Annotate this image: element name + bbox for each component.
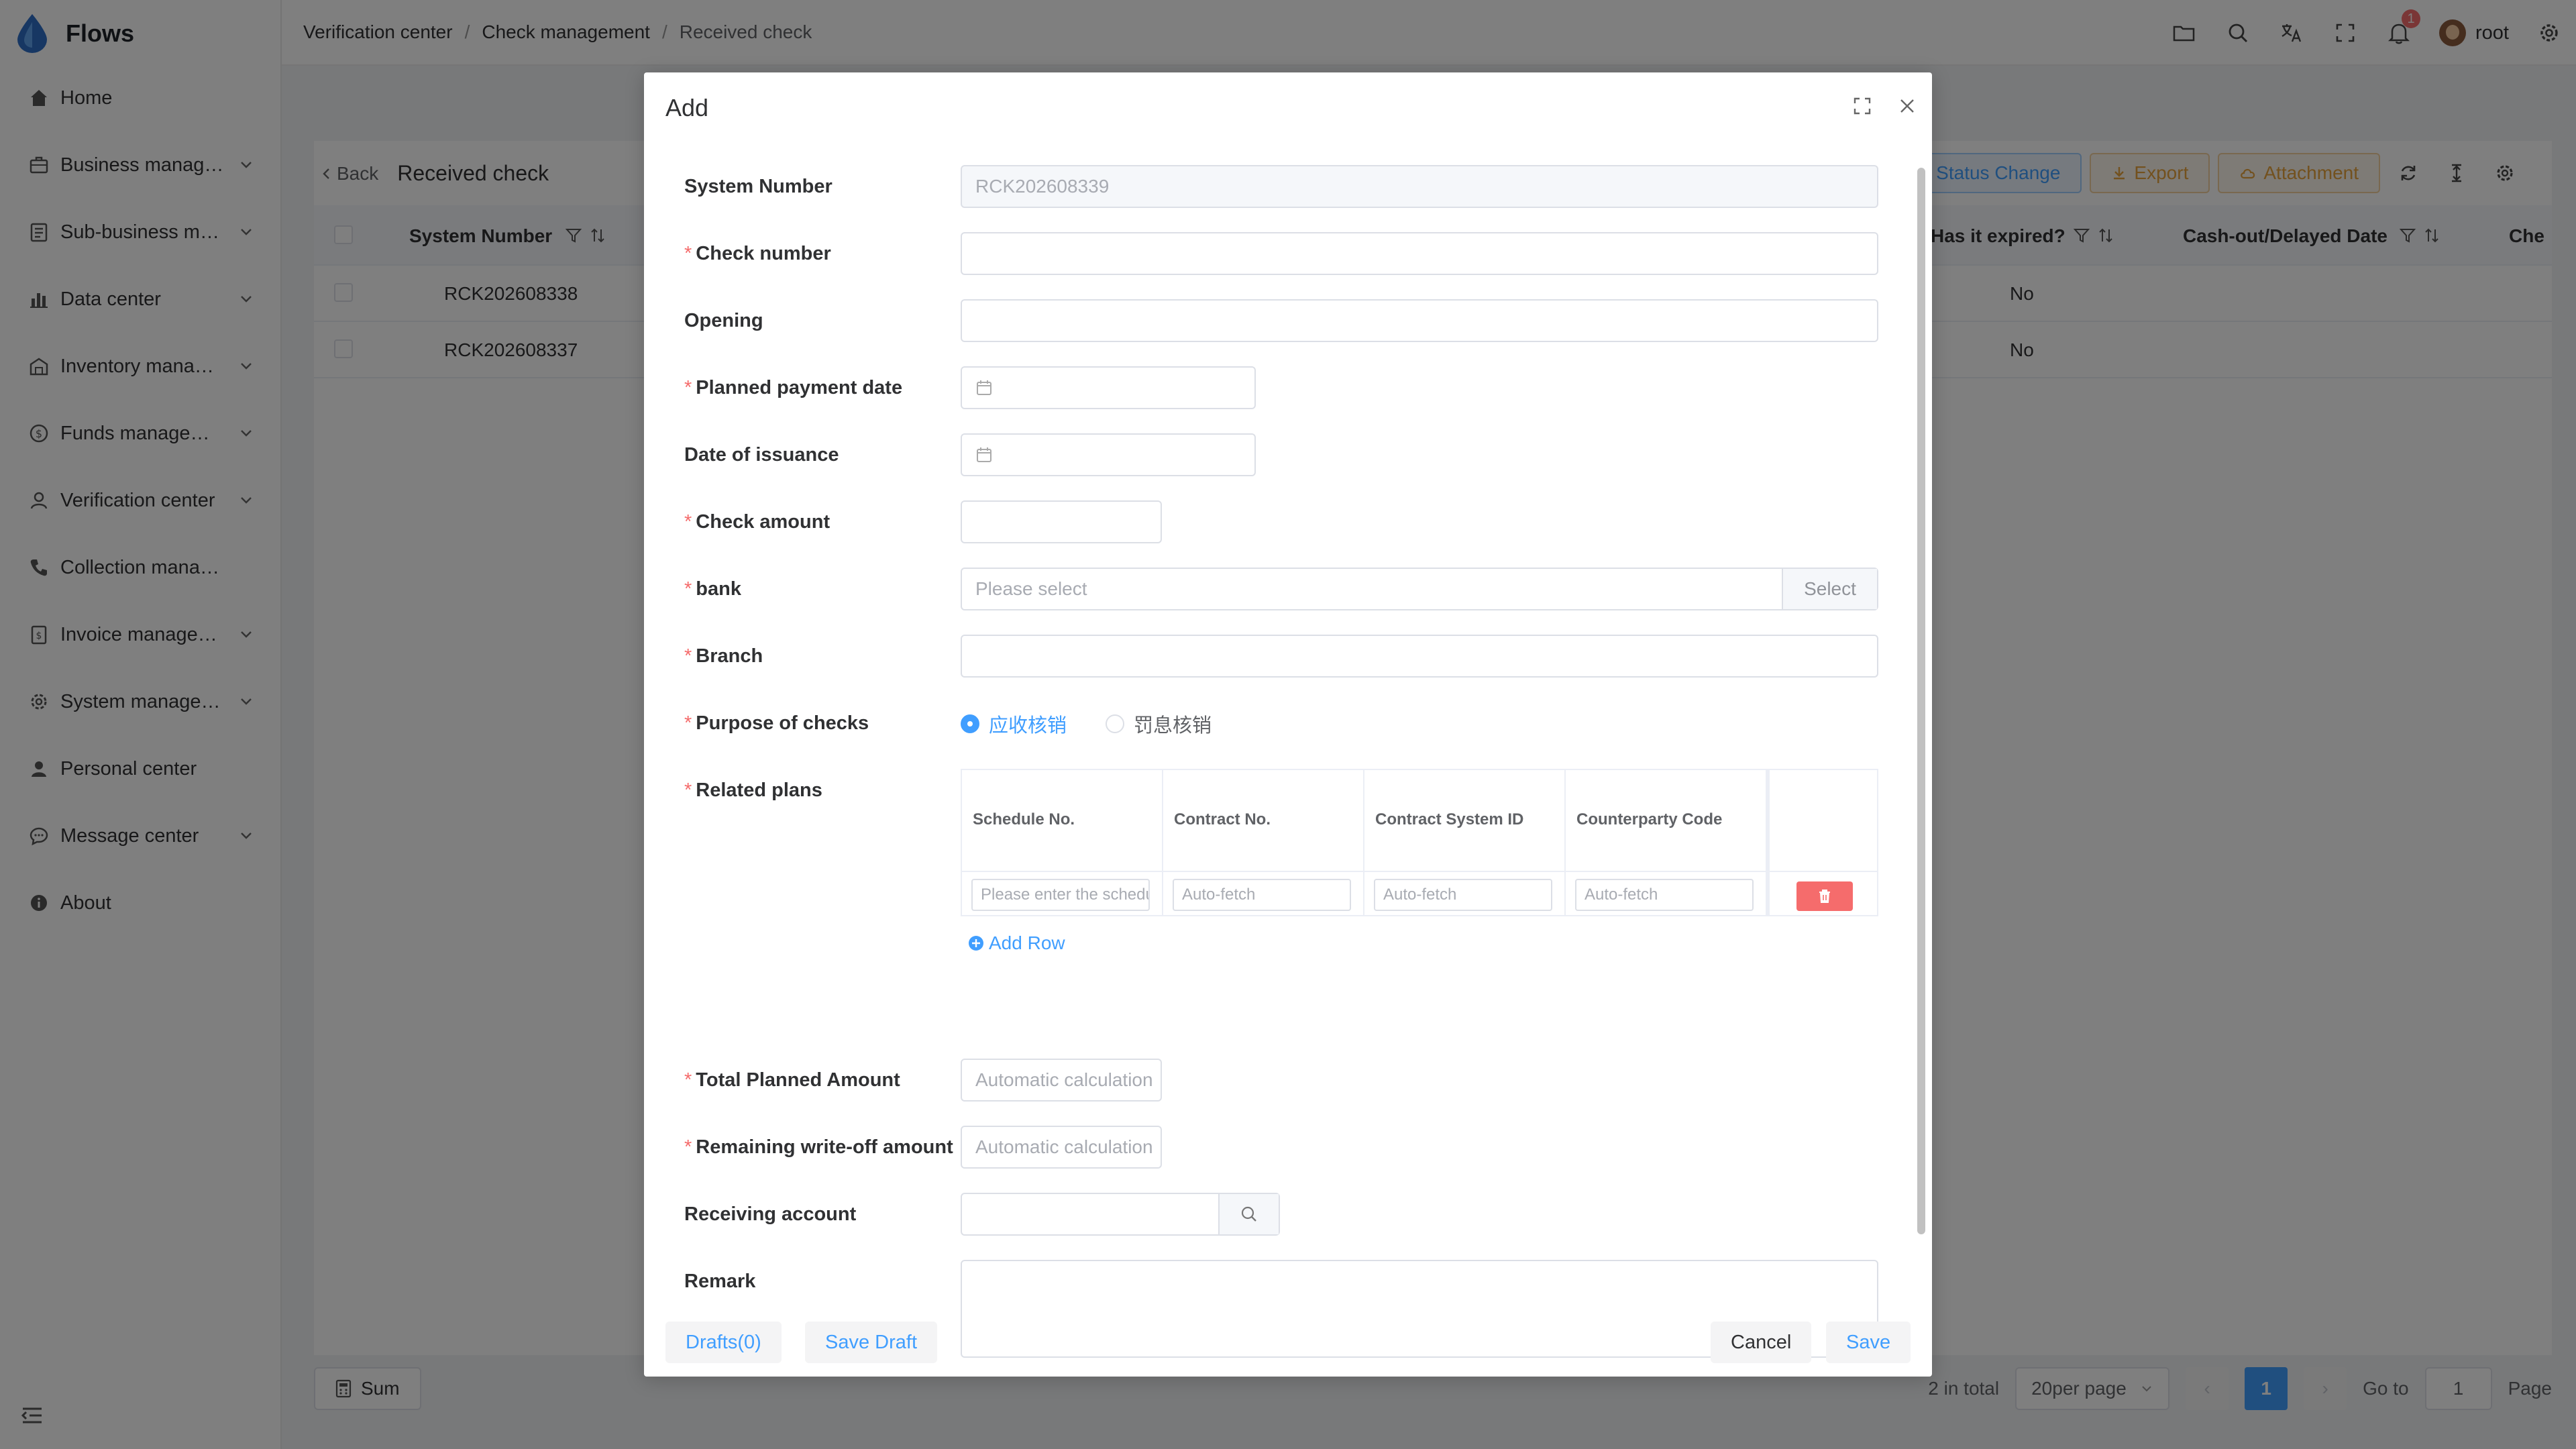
column-title: Counterparty Code — [1576, 810, 1723, 828]
plans-column-system-id: Contract System ID Auto-fetch — [1364, 770, 1566, 915]
radio-dot — [1106, 714, 1124, 733]
search-icon — [1241, 1206, 1256, 1222]
close-icon[interactable] — [1898, 97, 1916, 115]
related-plans-table: Schedule No. Please enter the schedule n… — [961, 769, 1878, 916]
column-title: Contract No. — [1174, 810, 1271, 828]
drafts-button[interactable]: Drafts(0) — [665, 1322, 782, 1363]
bank-placeholder: Please select — [975, 578, 1087, 599]
remaining-writeoff-input: Automatic calculation — [961, 1126, 1162, 1169]
save-draft-button[interactable]: Save Draft — [805, 1322, 937, 1363]
field-label-text: Planned payment date — [696, 377, 903, 398]
field-label: Date of issuance — [684, 444, 839, 466]
plans-column-contract: Contract No. Auto-fetch — [1163, 770, 1364, 915]
field-label: * Related plans — [684, 780, 822, 801]
field-label-text: Check number — [696, 243, 831, 264]
scrollbar-thumb[interactable] — [1917, 168, 1925, 1234]
input-placeholder: Automatic calculation — [975, 1069, 1153, 1090]
field-label: Receiving account — [684, 1203, 857, 1225]
bank-select-button[interactable]: Select — [1782, 569, 1877, 609]
plans-column-actions — [1770, 770, 1877, 915]
trash-icon — [1819, 890, 1830, 903]
schedule-no-input[interactable]: Please enter the schedule no. — [971, 879, 1150, 911]
field-label: * Check number — [684, 243, 831, 264]
radio-penalty-writeoff[interactable]: 罚息核销 — [1106, 710, 1212, 738]
field-label: * Total Planned Amount — [684, 1069, 900, 1091]
counterparty-code-input[interactable]: Auto-fetch — [1575, 879, 1754, 911]
system-number-input: RCK202608339 — [961, 165, 1878, 208]
add-form: System Number RCK202608339 * Check number… — [644, 146, 1898, 1367]
field-label-text: Purpose of checks — [696, 712, 869, 734]
field-label-text: Related plans — [696, 780, 822, 801]
field-label-text: Branch — [696, 645, 763, 667]
field-label: Remark — [684, 1271, 756, 1292]
column-title: Schedule No. — [973, 810, 1075, 828]
maximize-icon[interactable] — [1853, 97, 1872, 115]
add-row-button[interactable]: Add Row — [967, 932, 1065, 954]
field-label: * bank — [684, 578, 741, 600]
contract-system-id-input[interactable]: Auto-fetch — [1374, 879, 1552, 911]
dialog-footer: Drafts(0) Save Draft Cancel Save — [644, 1303, 1932, 1377]
bank-select[interactable]: Please select Select — [961, 568, 1878, 610]
dialog-title: Add — [665, 94, 709, 121]
field-label: * Planned payment date — [684, 377, 903, 398]
radio-receivable-writeoff[interactable]: 应收核销 — [961, 710, 1067, 738]
check-amount-input[interactable] — [961, 500, 1162, 543]
app-root: Flows Home Business management Sub-busin… — [0, 0, 2576, 1449]
field-label: * Remaining write-off amount — [684, 1136, 953, 1158]
cancel-button[interactable]: Cancel — [1711, 1322, 1812, 1363]
field-label-text: Remaining write-off amount — [696, 1136, 953, 1158]
field-label: System Number — [684, 176, 833, 197]
contract-no-input[interactable]: Auto-fetch — [1173, 879, 1351, 911]
receiving-account-input[interactable] — [961, 1193, 1280, 1236]
opening-input[interactable] — [961, 299, 1878, 342]
radio-label: 罚息核销 — [1134, 715, 1212, 737]
total-planned-amount-input: Automatic calculation — [961, 1059, 1162, 1102]
column-title: Contract System ID — [1375, 810, 1524, 828]
planned-payment-date-picker[interactable] — [961, 366, 1256, 409]
calendar-icon — [977, 380, 991, 395]
field-label-text: Total Planned Amount — [696, 1069, 900, 1091]
field-label-text: Check amount — [696, 511, 830, 533]
date-of-issuance-picker[interactable] — [961, 433, 1256, 476]
plus-circle-icon — [969, 936, 983, 951]
field-label-text: bank — [696, 578, 741, 600]
delete-row-button[interactable] — [1796, 881, 1853, 911]
field-label: * Check amount — [684, 511, 830, 533]
dialog-scrollbar[interactable] — [1917, 153, 1925, 1273]
dialog-header-actions — [1853, 97, 1916, 115]
field-label: * Purpose of checks — [684, 712, 869, 734]
input-placeholder: Automatic calculation — [975, 1136, 1153, 1157]
account-search-button[interactable] — [1218, 1194, 1279, 1234]
branch-input[interactable] — [961, 635, 1878, 678]
add-row-label: Add Row — [989, 932, 1065, 953]
radio-label: 应收核销 — [989, 715, 1067, 737]
field-label: Opening — [684, 310, 763, 331]
add-dialog: Add System Number RCK202608339 * Check nu… — [644, 72, 1932, 1377]
plans-column-schedule: Schedule No. Please enter the schedule n… — [962, 770, 1163, 915]
check-number-input[interactable] — [961, 232, 1878, 275]
field-label: * Branch — [684, 645, 763, 667]
plans-column-counterparty: Counterparty Code Auto-fetch — [1566, 770, 1770, 915]
radio-dot-checked — [961, 714, 979, 733]
calendar-icon — [977, 447, 991, 462]
save-button[interactable]: Save — [1826, 1322, 1911, 1363]
